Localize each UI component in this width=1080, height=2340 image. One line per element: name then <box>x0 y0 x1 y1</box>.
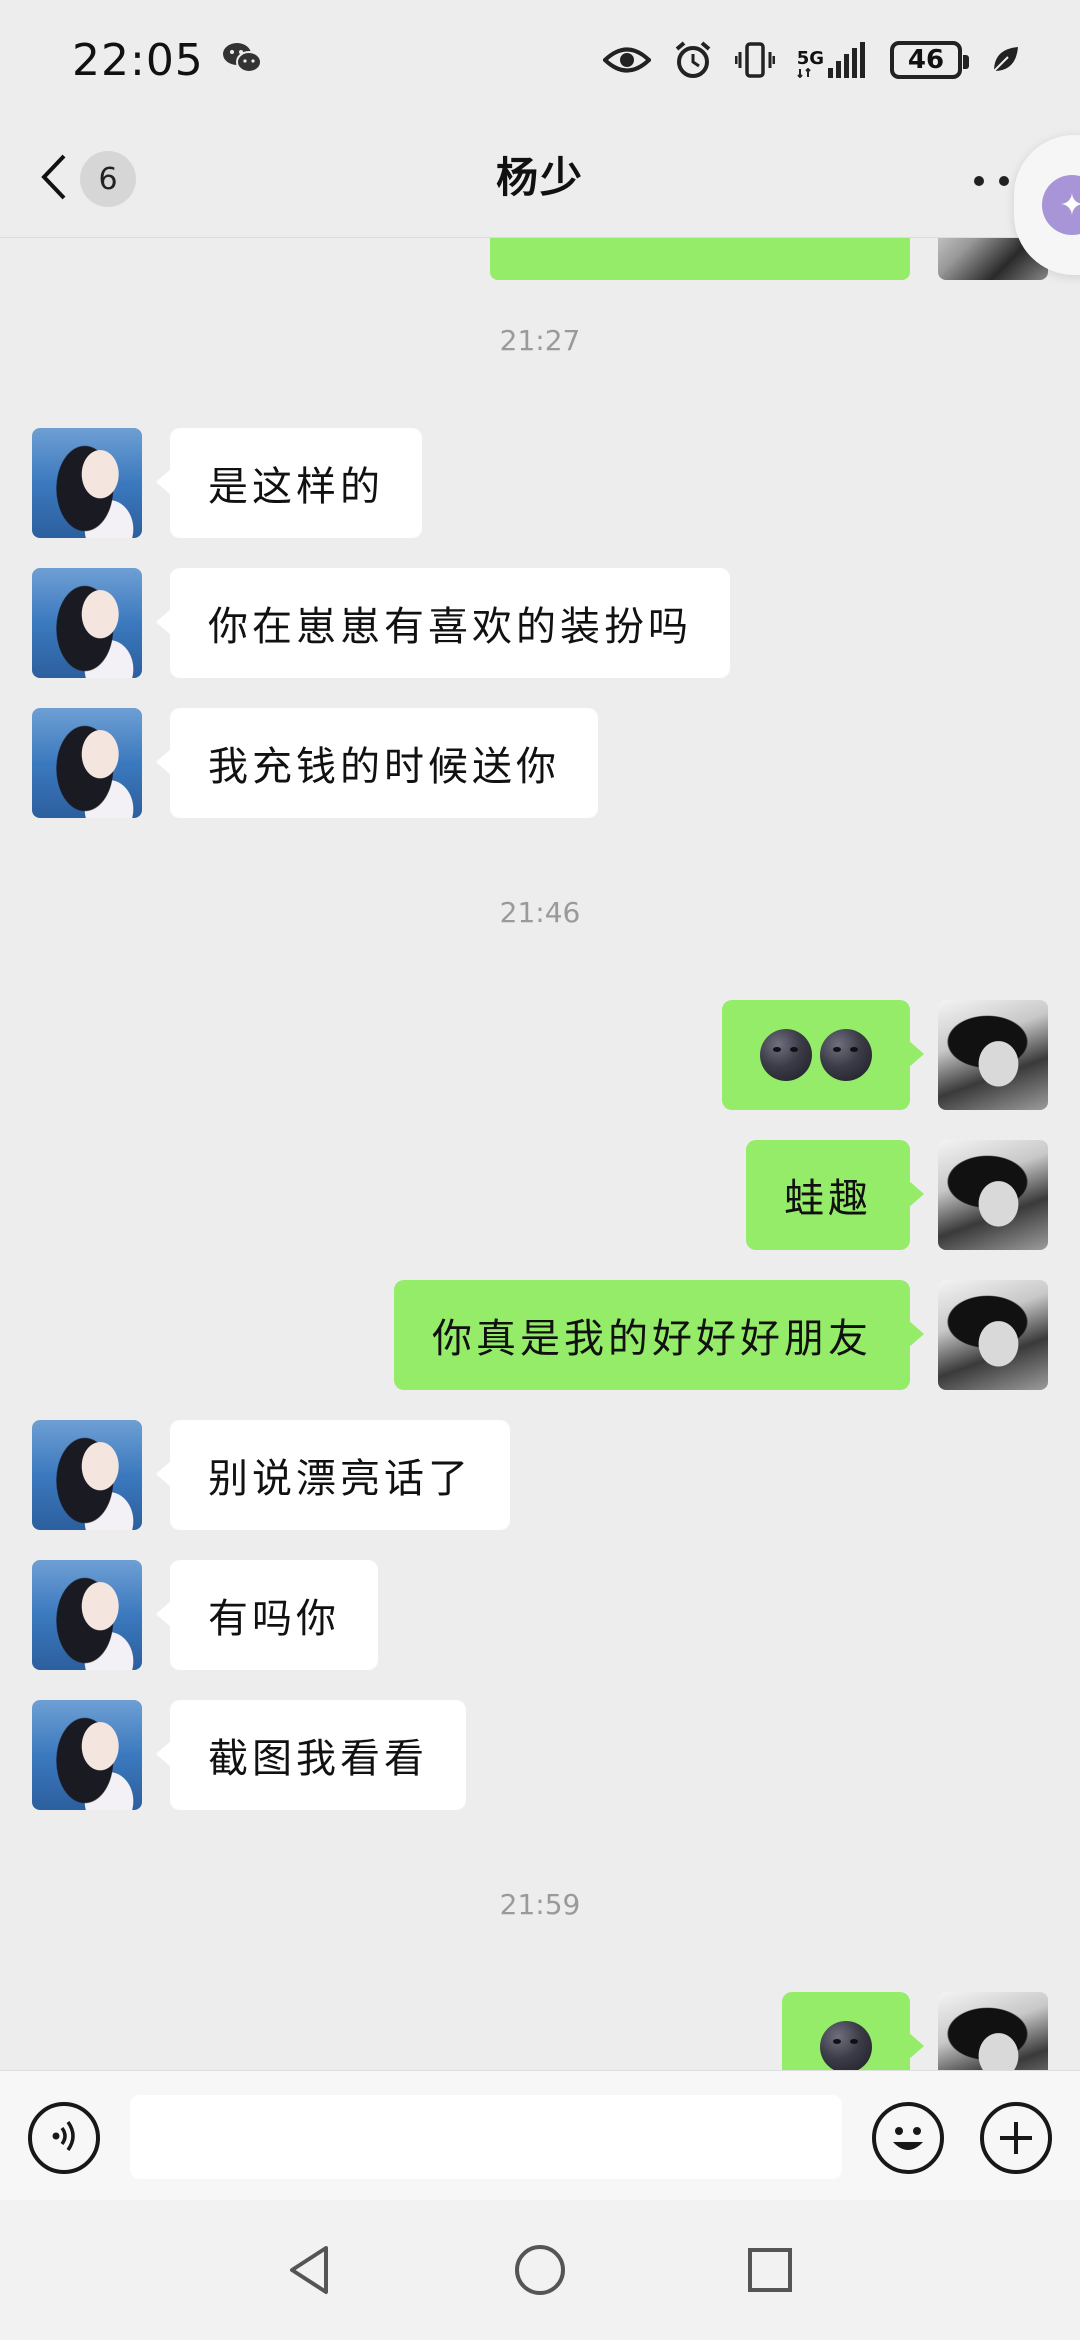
avatar-contact[interactable] <box>32 428 142 538</box>
avatar-contact[interactable] <box>32 708 142 818</box>
message-bubble-outgoing[interactable]: 蛙趣 <box>746 1140 924 1250</box>
message-incoming: 有吗你 <box>0 1560 1080 1670</box>
new-moon-face-icon <box>760 1029 812 1081</box>
message-bubble-outgoing[interactable] <box>722 1000 924 1110</box>
avatar-contact[interactable] <box>32 1560 142 1670</box>
battery-icon: 46 <box>890 41 969 79</box>
system-nav-bar <box>0 2200 1080 2340</box>
message-bubble-outgoing[interactable] <box>782 1992 924 2070</box>
avatar-self[interactable] <box>938 1992 1048 2070</box>
leaf-icon <box>990 45 1020 75</box>
avatar-self[interactable] <box>938 1140 1048 1250</box>
alarm-icon <box>673 40 713 80</box>
message-bubble-incoming[interactable]: 我充钱的时候送你 <box>156 708 598 818</box>
status-bar: 22:05 5G 46 <box>0 0 1080 120</box>
message-outgoing <box>0 1992 1080 2070</box>
avatar-contact[interactable] <box>32 1700 142 1810</box>
more-dots-icon <box>974 176 984 186</box>
timestamp: 21:27 <box>499 324 581 357</box>
nav-recents-button[interactable] <box>740 2240 800 2300</box>
status-left: 22:05 <box>72 35 262 86</box>
chat-title: 杨少 <box>495 153 584 202</box>
new-moon-face-icon <box>820 1029 872 1081</box>
plus-button[interactable] <box>980 2102 1052 2174</box>
battery-level: 46 <box>907 45 945 75</box>
message-bubble-incoming[interactable]: 是这样的 <box>156 428 422 538</box>
clock: 22:05 <box>72 34 204 86</box>
message-bubble-outgoing[interactable] <box>490 238 910 280</box>
nav-home-button[interactable] <box>510 2240 570 2300</box>
message-incoming: 截图我看看 <box>0 1700 1080 1810</box>
input-bar <box>0 2070 1080 2200</box>
emoji-icon <box>876 2127 940 2174</box>
avatar-self[interactable] <box>938 1000 1048 1110</box>
new-moon-face-icon <box>820 2021 872 2070</box>
network-label: 5G <box>796 48 824 69</box>
wechat-icon <box>222 41 262 79</box>
message-outgoing <box>0 1000 1080 1110</box>
status-right: 5G 46 <box>602 40 1020 80</box>
plus-icon <box>984 2122 1048 2174</box>
message-incoming: 你在崽崽有喜欢的装扮吗 <box>0 568 1080 678</box>
eye-icon <box>602 45 651 75</box>
message-incoming: 我充钱的时候送你 <box>0 708 1080 818</box>
title-bar: 6 杨少 <box>0 120 1080 238</box>
voice-icon <box>44 2116 84 2160</box>
avatar-self[interactable] <box>938 1280 1048 1390</box>
voice-button[interactable] <box>28 2102 100 2174</box>
message-input[interactable] <box>130 2095 842 2179</box>
signal-icon: 5G <box>797 42 868 78</box>
message-bubble-incoming[interactable]: 别说漂亮话了 <box>156 1420 510 1530</box>
emoji-button[interactable] <box>872 2102 944 2174</box>
message-outgoing: 蛙趣 <box>0 1140 1080 1250</box>
message-outgoing: 你真是我的好好好朋友 <box>0 1280 1080 1390</box>
timestamp: 21:59 <box>499 1888 581 1921</box>
message-bubble-incoming[interactable]: 你在崽崽有喜欢的装扮吗 <box>156 568 730 678</box>
triangle-back-icon <box>290 2246 328 2294</box>
circle-home-icon <box>515 2245 565 2295</box>
message-bubble-incoming[interactable]: 有吗你 <box>156 1560 378 1670</box>
message-incoming: 是这样的 <box>0 428 1080 538</box>
chat-area[interactable]: 21:27 是这样的 你在崽崽有喜欢的装扮吗 我充钱的时候送你 21:46 蛙趣… <box>0 238 1080 2070</box>
avatar-contact[interactable] <box>32 1420 142 1530</box>
vibrate-icon <box>734 40 775 80</box>
avatar-contact[interactable] <box>32 568 142 678</box>
timestamp: 21:46 <box>499 896 581 929</box>
message-bubble-outgoing[interactable]: 你真是我的好好好朋友 <box>394 1280 924 1390</box>
message-incoming: 别说漂亮话了 <box>0 1420 1080 1530</box>
square-recents-icon <box>748 2248 792 2292</box>
nav-back-button[interactable] <box>280 2240 340 2300</box>
assistant-icon: ✦ <box>1042 175 1080 235</box>
message-bubble-incoming[interactable]: 截图我看看 <box>156 1700 466 1810</box>
